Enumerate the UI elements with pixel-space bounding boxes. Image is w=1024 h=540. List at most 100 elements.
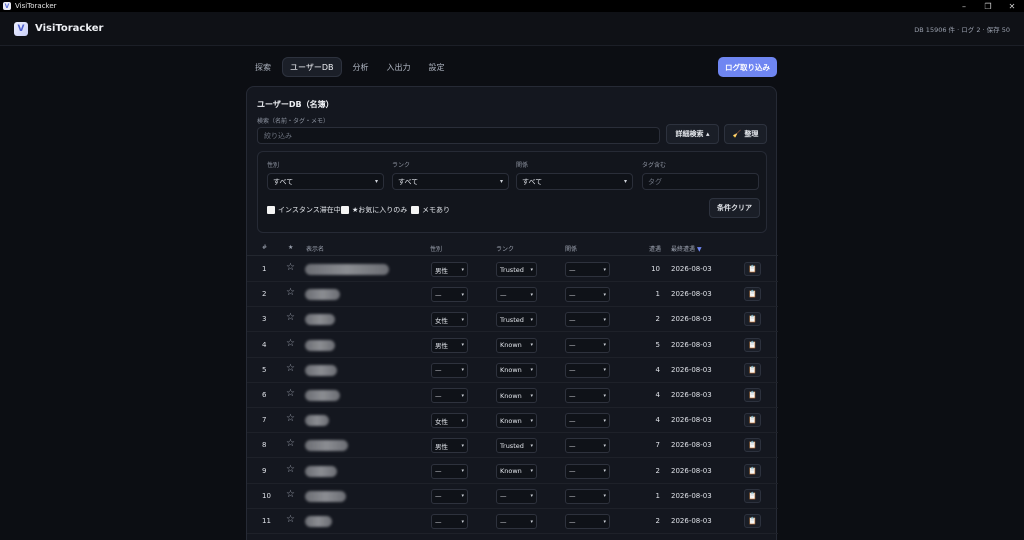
star-outline-icon[interactable]: ☆ bbox=[286, 464, 295, 475]
star-outline-icon[interactable]: ☆ bbox=[286, 489, 295, 500]
tidy-button[interactable]: 🧹 整理 bbox=[724, 124, 767, 144]
display-name-redacted[interactable] bbox=[305, 264, 389, 275]
tab-user-db[interactable]: ユーザーDB bbox=[282, 57, 342, 77]
col-encounters[interactable]: 遭遇 bbox=[649, 244, 661, 253]
checkbox-box[interactable] bbox=[267, 206, 275, 214]
star-outline-icon[interactable]: ☆ bbox=[286, 287, 295, 298]
star-outline-icon[interactable]: ☆ bbox=[286, 413, 295, 424]
display-name-redacted[interactable] bbox=[305, 364, 337, 376]
table-row[interactable]: 6 ☆ — ▾ Known ▾ — ▾ 4 2026-08-03 📋 bbox=[247, 383, 778, 408]
star-outline-icon[interactable]: ☆ bbox=[286, 262, 295, 273]
gender-select[interactable]: 女性 ▾ bbox=[431, 413, 468, 429]
col-relation[interactable]: 関係 bbox=[565, 244, 577, 253]
relation-select[interactable]: — ▾ bbox=[565, 514, 610, 529]
relation-select[interactable]: — ▾ bbox=[565, 413, 610, 429]
table-row[interactable]: 4 ☆ 男性 ▾ Known ▾ — ▾ 5 2026-08-03 📋 bbox=[247, 333, 778, 358]
gender-select[interactable]: 男性 ▾ bbox=[431, 337, 468, 353]
display-name-redacted[interactable] bbox=[305, 465, 337, 477]
star-outline-icon[interactable]: ☆ bbox=[286, 514, 295, 525]
close-icon[interactable]: ✕ bbox=[1000, 0, 1024, 12]
relation-select[interactable]: — ▾ bbox=[565, 337, 610, 353]
clipboard-icon[interactable]: 📋 bbox=[744, 438, 761, 453]
clipboard-icon[interactable]: 📋 bbox=[744, 312, 761, 327]
tab-explore[interactable]: 探索 bbox=[248, 57, 278, 77]
rank-select[interactable]: Known ▾ bbox=[496, 388, 537, 403]
relation-select[interactable]: — ▾ bbox=[565, 463, 610, 479]
tab-import-export[interactable]: 入出力 bbox=[380, 57, 418, 77]
star-outline-icon[interactable]: ☆ bbox=[286, 338, 295, 349]
star-outline-icon[interactable]: ☆ bbox=[286, 312, 295, 323]
maximize-icon[interactable]: ❐ bbox=[976, 0, 1000, 12]
clipboard-icon[interactable]: 📋 bbox=[744, 488, 761, 503]
tab-analysis[interactable]: 分析 bbox=[346, 57, 376, 77]
col-gender[interactable]: 性別 bbox=[430, 244, 442, 253]
rank-select[interactable]: Trusted ▾ bbox=[496, 312, 537, 328]
gender-select[interactable]: — ▾ bbox=[431, 287, 468, 303]
display-name-redacted[interactable] bbox=[305, 314, 335, 326]
table-row[interactable]: 10 ☆ — ▾ — ▾ — ▾ 1 2026-08-03 📋 bbox=[247, 484, 778, 509]
display-name-redacted[interactable] bbox=[305, 415, 329, 427]
clipboard-icon[interactable]: 📋 bbox=[744, 463, 761, 478]
table-row[interactable]: 2 ☆ — ▾ — ▾ — ▾ 1 2026-08-03 📋 bbox=[247, 282, 778, 308]
relation-select[interactable]: — ▾ bbox=[565, 287, 610, 303]
star-outline-icon[interactable]: ☆ bbox=[286, 363, 295, 374]
clipboard-icon[interactable]: 📋 bbox=[744, 413, 761, 428]
display-name-redacted[interactable] bbox=[305, 339, 335, 351]
table-row[interactable]: 3 ☆ 女性 ▾ Trusted ▾ — ▾ 2 2026-08-03 📋 bbox=[247, 307, 778, 333]
table-row[interactable]: 9 ☆ — ▾ Known ▾ — ▾ 2 2026-08-03 📋 bbox=[247, 459, 778, 484]
clipboard-icon[interactable]: 📋 bbox=[744, 514, 761, 528]
table-row[interactable]: 7 ☆ 女性 ▾ Known ▾ — ▾ 4 2026-08-03 📋 bbox=[247, 408, 778, 434]
favorites-only-checkbox[interactable]: ★お気に入りのみ bbox=[341, 205, 407, 215]
tab-settings[interactable]: 設定 bbox=[422, 57, 452, 77]
col-rank[interactable]: ランク bbox=[496, 244, 514, 253]
rank-select[interactable]: Known ▾ bbox=[496, 337, 537, 353]
relation-select[interactable]: — ▾ bbox=[565, 262, 610, 277]
gender-filter-select[interactable]: すべて ▾ bbox=[267, 173, 384, 190]
relation-select[interactable]: — ▾ bbox=[565, 312, 610, 328]
rank-select[interactable]: Known ▾ bbox=[496, 413, 537, 429]
relation-filter-select[interactable]: すべて ▾ bbox=[516, 173, 633, 190]
gender-select[interactable]: 男性 ▾ bbox=[431, 262, 468, 277]
table-row[interactable]: 5 ☆ — ▾ Known ▾ — ▾ 4 2026-08-03 📋 bbox=[247, 358, 778, 383]
display-name-redacted[interactable] bbox=[305, 440, 348, 452]
clipboard-icon[interactable]: 📋 bbox=[744, 287, 761, 302]
minimize-icon[interactable]: – bbox=[952, 0, 976, 12]
relation-select[interactable]: — ▾ bbox=[565, 362, 610, 378]
star-outline-icon[interactable]: ☆ bbox=[286, 388, 295, 399]
table-row[interactable]: 11 ☆ — ▾ — ▾ — ▾ 2 2026-08-03 📋 bbox=[247, 509, 778, 534]
gender-select[interactable]: — ▾ bbox=[431, 514, 468, 529]
clear-filters-button[interactable]: 条件クリア bbox=[709, 198, 760, 218]
gender-select[interactable]: — ▾ bbox=[431, 388, 468, 403]
col-star[interactable]: ★ bbox=[288, 244, 293, 251]
star-outline-icon[interactable]: ☆ bbox=[286, 438, 295, 449]
col-last-seen[interactable]: 最終遭遇 ▼ bbox=[671, 244, 702, 253]
relation-select[interactable]: — ▾ bbox=[565, 438, 610, 454]
import-log-button[interactable]: ログ取り込み bbox=[718, 57, 777, 77]
checkbox-box[interactable] bbox=[341, 206, 349, 214]
has-memo-checkbox[interactable]: メモあり bbox=[411, 205, 450, 215]
relation-select[interactable]: — ▾ bbox=[565, 388, 610, 403]
rank-select[interactable]: Trusted ▾ bbox=[496, 262, 537, 277]
gender-select[interactable]: — ▾ bbox=[431, 488, 468, 504]
checkbox-box[interactable] bbox=[411, 206, 419, 214]
rank-select[interactable]: Known ▾ bbox=[496, 463, 537, 479]
search-input[interactable] bbox=[257, 127, 660, 144]
rank-select[interactable]: Trusted ▾ bbox=[496, 438, 537, 454]
rank-select[interactable]: — ▾ bbox=[496, 488, 537, 504]
rank-select[interactable]: Known ▾ bbox=[496, 362, 537, 378]
tag-filter-input[interactable] bbox=[642, 173, 759, 190]
display-name-redacted[interactable] bbox=[305, 516, 332, 527]
gender-select[interactable]: 女性 ▾ bbox=[431, 312, 468, 328]
display-name-redacted[interactable] bbox=[305, 390, 340, 401]
display-name-redacted[interactable] bbox=[305, 490, 346, 502]
clipboard-icon[interactable]: 📋 bbox=[744, 362, 761, 377]
clipboard-icon[interactable]: 📋 bbox=[744, 388, 761, 402]
col-name[interactable]: 表示名 bbox=[306, 244, 324, 253]
gender-select[interactable]: 男性 ▾ bbox=[431, 438, 468, 454]
gender-select[interactable]: — ▾ bbox=[431, 362, 468, 378]
rank-select[interactable]: — ▾ bbox=[496, 514, 537, 529]
in-instance-checkbox[interactable]: インスタンス滞在中 bbox=[267, 205, 341, 215]
relation-select[interactable]: — ▾ bbox=[565, 488, 610, 504]
advanced-search-button[interactable]: 詳細検索 ▴ bbox=[666, 124, 719, 144]
clipboard-icon[interactable]: 📋 bbox=[744, 262, 761, 276]
